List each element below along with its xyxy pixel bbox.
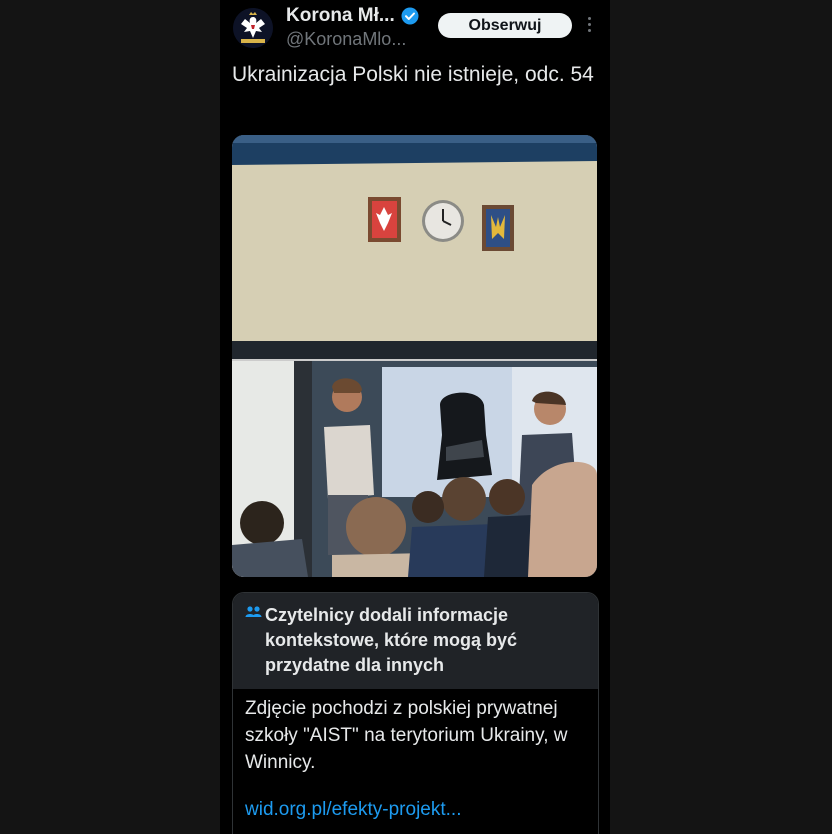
follow-button[interactable]: Obserwuj [438,13,572,38]
community-note: Czytelnicy dodali informacje kontekstowe… [232,592,599,834]
author-display-name[interactable]: Korona Mł... [286,5,395,27]
community-note-header: Czytelnicy dodali informacje kontekstowe… [233,593,598,689]
community-note-title: Czytelnicy dodali informacje kontekstowe… [265,605,518,675]
tweet-photo[interactable] [232,135,597,577]
classroom-photo [232,135,597,577]
tweet-text: Ukrainizacja Polski nie istnieje, odc. 5… [232,63,594,86]
community-note-link[interactable]: wid.org.pl/efekty-projekt... [245,799,461,821]
author-handle[interactable]: @KoronaMlo... [286,29,406,50]
verified-badge-icon [401,7,419,25]
avatar[interactable] [233,8,273,48]
more-vertical-icon[interactable] [584,17,594,35]
crowned-eagle-logo-icon [233,8,273,48]
tweet-view: Korona Mł... @KoronaMlo... Obserwuj Ukra… [220,0,610,834]
people-icon [245,606,262,617]
community-note-body: Zdjęcie pochodzi z polskiej prywatnej sz… [245,698,568,773]
